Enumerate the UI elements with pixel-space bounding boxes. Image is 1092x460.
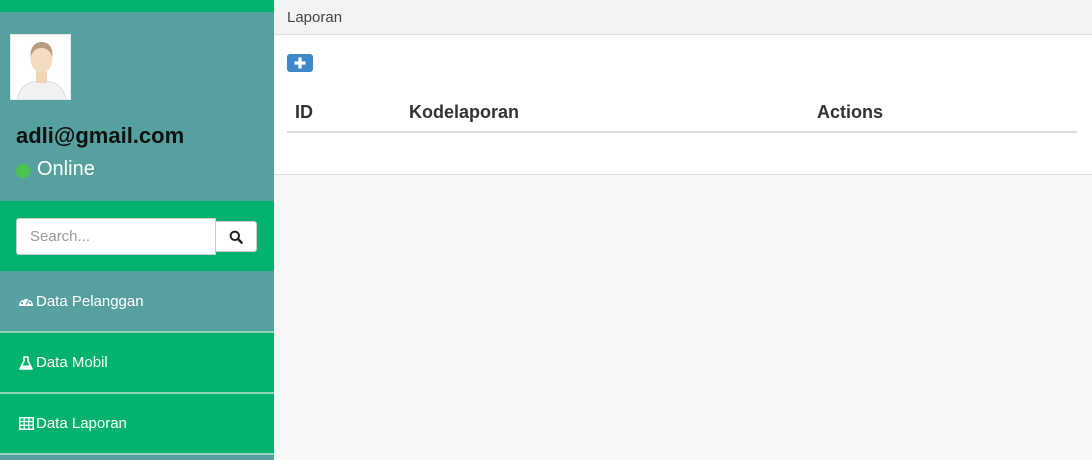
table-icon [18,416,34,432]
search-input[interactable] [16,218,216,255]
breadcrumb: Laporan [274,0,1092,35]
status-label: Online [37,158,95,180]
user-status: Online [16,158,95,181]
search-icon [229,230,243,244]
search-button[interactable] [215,221,257,252]
table-header-row: ID Kodelaporan Actions [287,93,1077,133]
page-title: Laporan [287,8,343,26]
column-header-kodelaporan: Kodelaporan [409,101,520,122]
sidebar-item-label: Data Laporan [36,415,127,432]
dashboard-icon [18,293,34,309]
laporan-table: ID Kodelaporan Actions [287,93,1077,133]
user-email: adli@gmail.com [16,123,185,148]
content-panel: ID Kodelaporan Actions [274,35,1092,175]
sidebar-item-data-pelanggan[interactable]: Data Pelanggan [0,271,274,333]
avatar [10,34,71,100]
sidebar-item-label: Data Pelanggan [36,292,144,310]
online-status-icon [16,164,30,178]
plus-icon [294,57,306,69]
column-header-actions: Actions [817,101,884,122]
column-header-id: ID [295,101,313,122]
sidebar-item-data-laporan[interactable]: Data Laporan [0,394,274,455]
user-profile-panel: adli@gmail.com Online [0,12,274,201]
sidebar-item-label: Data Mobil [36,354,108,371]
sidebar-top-bar [0,0,274,12]
sidebar-item-data-mobil[interactable]: Data Mobil [0,333,274,394]
add-button[interactable] [287,54,313,72]
search-form [0,201,274,271]
flask-icon [18,355,34,371]
sidebar: adli@gmail.com Online Search... Data Pel… [0,0,274,460]
main-content: Laporan ID Kodelaporan Actions [274,0,1092,460]
sidebar-nav: Data Pelanggan Data Mobil Data Laporan [0,271,274,455]
